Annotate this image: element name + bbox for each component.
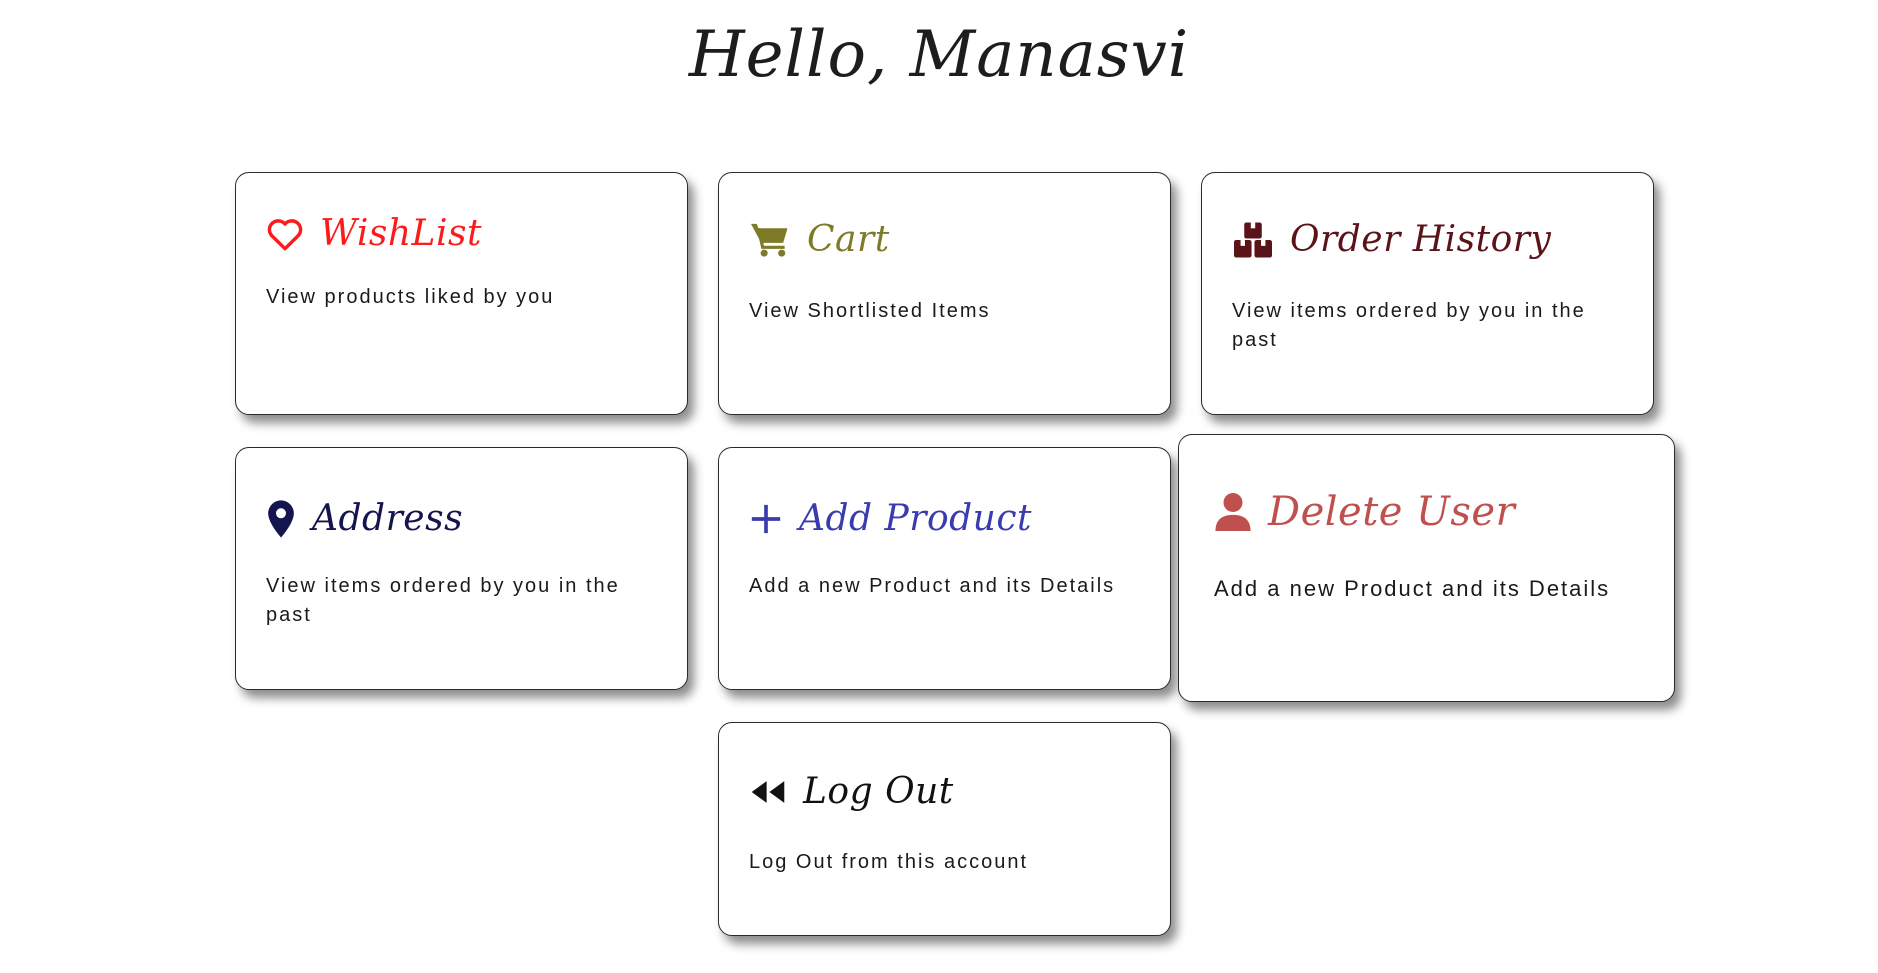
cart-icon — [749, 221, 791, 259]
add-product-card[interactable]: Add Product Add a new Product and its De… — [718, 447, 1171, 690]
greeting-title: Hello, Manasvi — [688, 18, 1190, 92]
order-history-title: Order History — [1290, 219, 1552, 260]
add-product-description: Add a new Product and its Details — [749, 575, 1116, 597]
wishlist-description: View products liked by you — [266, 286, 555, 308]
log-out-card[interactable]: Log Out Log Out from this account — [718, 722, 1171, 936]
wishlist-card[interactable]: WishList View products liked by you — [235, 172, 688, 415]
plus-icon — [749, 502, 783, 536]
delete-user-title: Delete User — [1268, 489, 1516, 535]
log-out-title: Log Out — [803, 771, 954, 812]
boxes-icon — [1232, 221, 1274, 259]
user-icon — [1214, 491, 1252, 533]
address-description: View items ordered by you in the past — [266, 575, 620, 626]
rewind-icon — [749, 778, 787, 806]
delete-user-description: Add a new Product and its Details — [1214, 576, 1611, 601]
order-history-description: View items ordered by you in the past — [1232, 300, 1586, 351]
log-out-description: Log Out from this account — [749, 851, 1029, 873]
wishlist-title: WishList — [320, 213, 482, 254]
cart-description: View Shortlisted Items — [749, 300, 991, 322]
order-history-card[interactable]: Order History View items ordered by you … — [1201, 172, 1654, 415]
cart-card[interactable]: Cart View Shortlisted Items — [718, 172, 1171, 415]
address-title: Address — [312, 498, 464, 539]
address-card[interactable]: Address View items ordered by you in the… — [235, 447, 688, 690]
heart-icon — [266, 217, 304, 251]
delete-user-card[interactable]: Delete User Add a new Product and its De… — [1178, 434, 1675, 702]
add-product-title: Add Product — [799, 498, 1032, 539]
cart-title: Cart — [807, 219, 890, 260]
location-pin-icon — [266, 499, 296, 539]
